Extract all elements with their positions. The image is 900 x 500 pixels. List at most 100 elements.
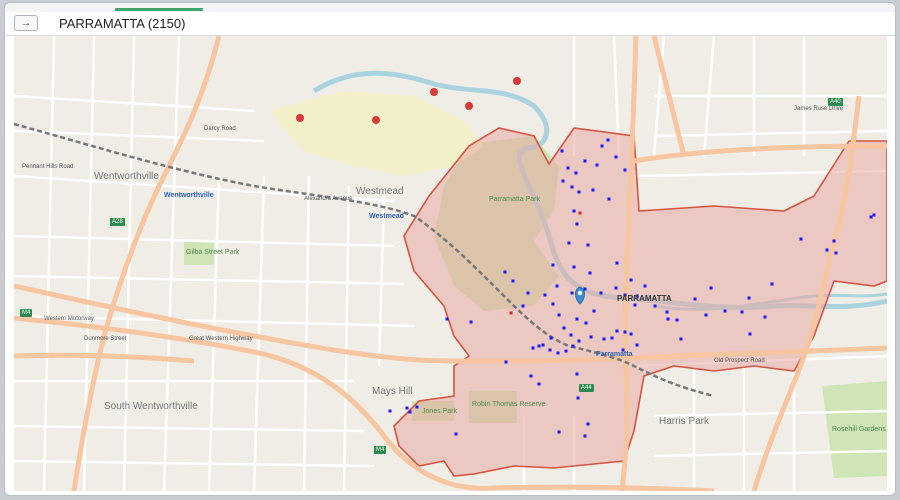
data-point[interactable] <box>567 241 571 245</box>
data-point[interactable] <box>763 315 767 319</box>
data-point[interactable] <box>583 159 587 163</box>
data-point[interactable] <box>388 409 392 413</box>
data-point[interactable] <box>566 166 570 170</box>
data-point[interactable] <box>834 251 838 255</box>
data-point[interactable] <box>589 335 593 339</box>
data-point[interactable] <box>629 278 633 282</box>
data-point[interactable] <box>541 343 545 347</box>
data-point[interactable] <box>614 286 618 290</box>
data-point[interactable] <box>602 337 606 341</box>
data-point[interactable] <box>408 410 412 414</box>
data-point[interactable] <box>591 188 595 192</box>
old-prospect-road <box>14 352 195 364</box>
data-point[interactable] <box>595 163 599 167</box>
data-point-alt[interactable] <box>509 311 513 315</box>
data-point[interactable] <box>570 291 574 295</box>
data-point[interactable] <box>574 171 578 175</box>
shield-a40: A40 <box>828 98 843 106</box>
data-point[interactable] <box>693 297 697 301</box>
data-point[interactable] <box>454 432 458 436</box>
data-point[interactable] <box>679 337 683 341</box>
data-point[interactable] <box>709 286 713 290</box>
data-point[interactable] <box>503 270 507 274</box>
data-point[interactable] <box>549 336 553 340</box>
data-point[interactable] <box>570 185 574 189</box>
data-point[interactable] <box>504 360 508 364</box>
data-point[interactable] <box>415 405 419 409</box>
data-point[interactable] <box>469 320 473 324</box>
data-point[interactable] <box>575 222 579 226</box>
data-point[interactable] <box>562 326 566 330</box>
data-point[interactable] <box>623 168 627 172</box>
data-point[interactable] <box>586 243 590 247</box>
data-point[interactable] <box>629 332 633 336</box>
data-point[interactable] <box>607 197 611 201</box>
data-point[interactable] <box>665 310 669 314</box>
data-point[interactable] <box>588 271 592 275</box>
data-point[interactable] <box>557 430 561 434</box>
data-point[interactable] <box>740 310 744 314</box>
data-point[interactable] <box>584 321 588 325</box>
data-point[interactable] <box>511 279 515 283</box>
data-point[interactable] <box>623 330 627 334</box>
data-point[interactable] <box>610 336 614 340</box>
data-point[interactable] <box>872 213 876 217</box>
data-point[interactable] <box>564 349 568 353</box>
data-point[interactable] <box>615 329 619 333</box>
data-point[interactable] <box>704 313 708 317</box>
data-point[interactable] <box>599 291 603 295</box>
data-point[interactable] <box>825 248 829 252</box>
data-point[interactable] <box>577 339 581 343</box>
data-point[interactable] <box>614 155 618 159</box>
data-point[interactable] <box>653 304 657 308</box>
data-point[interactable] <box>556 351 560 355</box>
data-point[interactable] <box>531 346 535 350</box>
data-point[interactable] <box>571 344 575 348</box>
data-point[interactable] <box>748 332 752 336</box>
data-point[interactable] <box>560 149 564 153</box>
data-point[interactable] <box>557 313 561 317</box>
data-point[interactable] <box>576 396 580 400</box>
data-point[interactable] <box>572 209 576 213</box>
data-point[interactable] <box>575 372 579 376</box>
data-point[interactable] <box>832 239 836 243</box>
data-point[interactable] <box>551 263 555 267</box>
data-point[interactable] <box>405 406 409 410</box>
data-point[interactable] <box>537 382 541 386</box>
data-point[interactable] <box>555 284 559 288</box>
data-point[interactable] <box>666 317 670 321</box>
data-point[interactable] <box>521 304 525 308</box>
data-point[interactable] <box>635 343 639 347</box>
data-point[interactable] <box>592 309 596 313</box>
data-point[interactable] <box>723 309 727 313</box>
data-point[interactable] <box>633 303 637 307</box>
data-point[interactable] <box>548 348 552 352</box>
page-title: PARRAMATTA (2150) <box>59 16 186 31</box>
data-point[interactable] <box>572 265 576 269</box>
data-point[interactable] <box>551 302 555 306</box>
data-point[interactable] <box>577 190 581 194</box>
data-point[interactable] <box>445 317 449 321</box>
data-point[interactable] <box>799 237 803 241</box>
data-point[interactable] <box>537 344 541 348</box>
data-point[interactable] <box>529 374 533 378</box>
data-point[interactable] <box>586 422 590 426</box>
data-point[interactable] <box>615 261 619 265</box>
data-point[interactable] <box>583 434 587 438</box>
data-point[interactable] <box>569 333 573 337</box>
data-point[interactable] <box>770 282 774 286</box>
data-point[interactable] <box>675 318 679 322</box>
data-point[interactable] <box>606 138 610 142</box>
data-point[interactable] <box>869 215 873 219</box>
data-point[interactable] <box>600 144 604 148</box>
data-point[interactable] <box>561 179 565 183</box>
data-point-alt[interactable] <box>578 211 582 215</box>
data-point[interactable] <box>575 317 579 321</box>
expand-button[interactable]: → <box>14 15 38 31</box>
data-point[interactable] <box>543 293 547 297</box>
road-label-old-prospect-road: Dunmore Street <box>84 336 127 342</box>
data-point[interactable] <box>747 296 751 300</box>
data-point[interactable] <box>643 284 647 288</box>
map-view[interactable]: Wentworthville Westmead PARRAMATTA Mays … <box>14 36 887 491</box>
data-point[interactable] <box>526 291 530 295</box>
